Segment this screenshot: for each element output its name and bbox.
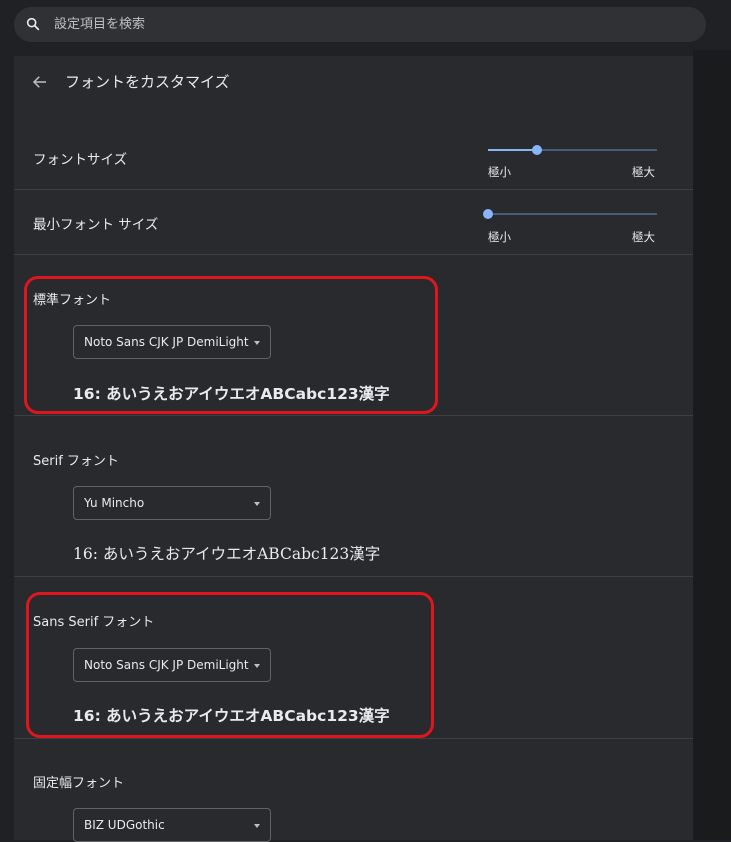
page-title: フォントをカスタマイズ <box>65 73 230 91</box>
right-gutter <box>693 50 731 840</box>
sans-serif-font-section: Sans Serif フォント Noto Sans CJK JP DemiLig… <box>14 577 693 739</box>
slider-knob[interactable] <box>483 209 493 219</box>
standard-font-sample: 16: あいうえおアイウエオABCabc123漢字 <box>73 385 390 403</box>
back-arrow-icon[interactable] <box>31 73 49 91</box>
min-font-size-label: 最小フォント サイズ <box>33 217 159 233</box>
select-value: Noto Sans CJK JP DemiLight <box>84 335 249 349</box>
slider-fill <box>488 149 537 151</box>
dropdown-arrow-icon <box>254 664 260 668</box>
left-gutter <box>0 50 14 840</box>
sans-serif-font-sample: 16: あいうえおアイウエオABCabc123漢字 <box>73 707 390 725</box>
font-size-label: フォントサイズ <box>33 152 128 168</box>
search-box[interactable] <box>14 7 706 42</box>
serif-font-select[interactable]: Yu Mincho <box>73 486 271 520</box>
font-size-min-label: 極小 <box>488 165 511 179</box>
page-header: フォントをカスタマイズ <box>14 56 693 106</box>
fixed-width-font-label: 固定幅フォント <box>33 776 125 791</box>
min-font-size-row: 最小フォント サイズ 極小 極大 <box>14 190 693 255</box>
sans-serif-font-select[interactable]: Noto Sans CJK JP DemiLight <box>73 648 271 682</box>
standard-font-select[interactable]: Noto Sans CJK JP DemiLight <box>73 325 271 359</box>
serif-font-section: Serif フォント Yu Mincho 16: あいうえおアイウエオABCab… <box>14 416 693 577</box>
dropdown-arrow-icon <box>254 502 260 506</box>
font-size-slider[interactable] <box>488 141 658 161</box>
dropdown-arrow-icon <box>254 341 260 345</box>
sans-serif-font-label: Sans Serif フォント <box>33 615 155 630</box>
font-size-row: フォントサイズ 極小 極大 <box>14 126 693 190</box>
min-font-size-max-label: 極大 <box>632 230 655 244</box>
min-font-size-min-label: 極小 <box>488 230 511 244</box>
font-size-max-label: 極大 <box>632 165 655 179</box>
serif-font-label: Serif フォント <box>33 454 119 469</box>
standard-font-label: 標準フォント <box>33 293 112 308</box>
select-value: Yu Mincho <box>84 496 145 510</box>
fixed-width-font-section: 固定幅フォント BIZ UDGothic <box>14 739 693 842</box>
serif-font-sample: 16: あいうえおアイウエオABCabc123漢字 <box>73 545 381 563</box>
search-input[interactable] <box>54 7 654 42</box>
dropdown-arrow-icon <box>254 824 260 828</box>
select-value: BIZ UDGothic <box>84 818 165 832</box>
slider-track <box>488 213 657 215</box>
min-font-size-slider[interactable] <box>483 205 658 225</box>
select-value: Noto Sans CJK JP DemiLight <box>84 658 249 672</box>
slider-knob[interactable] <box>532 145 542 155</box>
settings-panel: フォントをカスタマイズ フォントサイズ 極小 極大 最小フォント サイズ 極小 … <box>14 56 693 842</box>
standard-font-section: 標準フォント Noto Sans CJK JP DemiLight 16: あい… <box>14 255 693 416</box>
fixed-width-font-select[interactable]: BIZ UDGothic <box>73 808 271 842</box>
top-bar <box>0 0 731 50</box>
search-icon <box>26 17 40 31</box>
